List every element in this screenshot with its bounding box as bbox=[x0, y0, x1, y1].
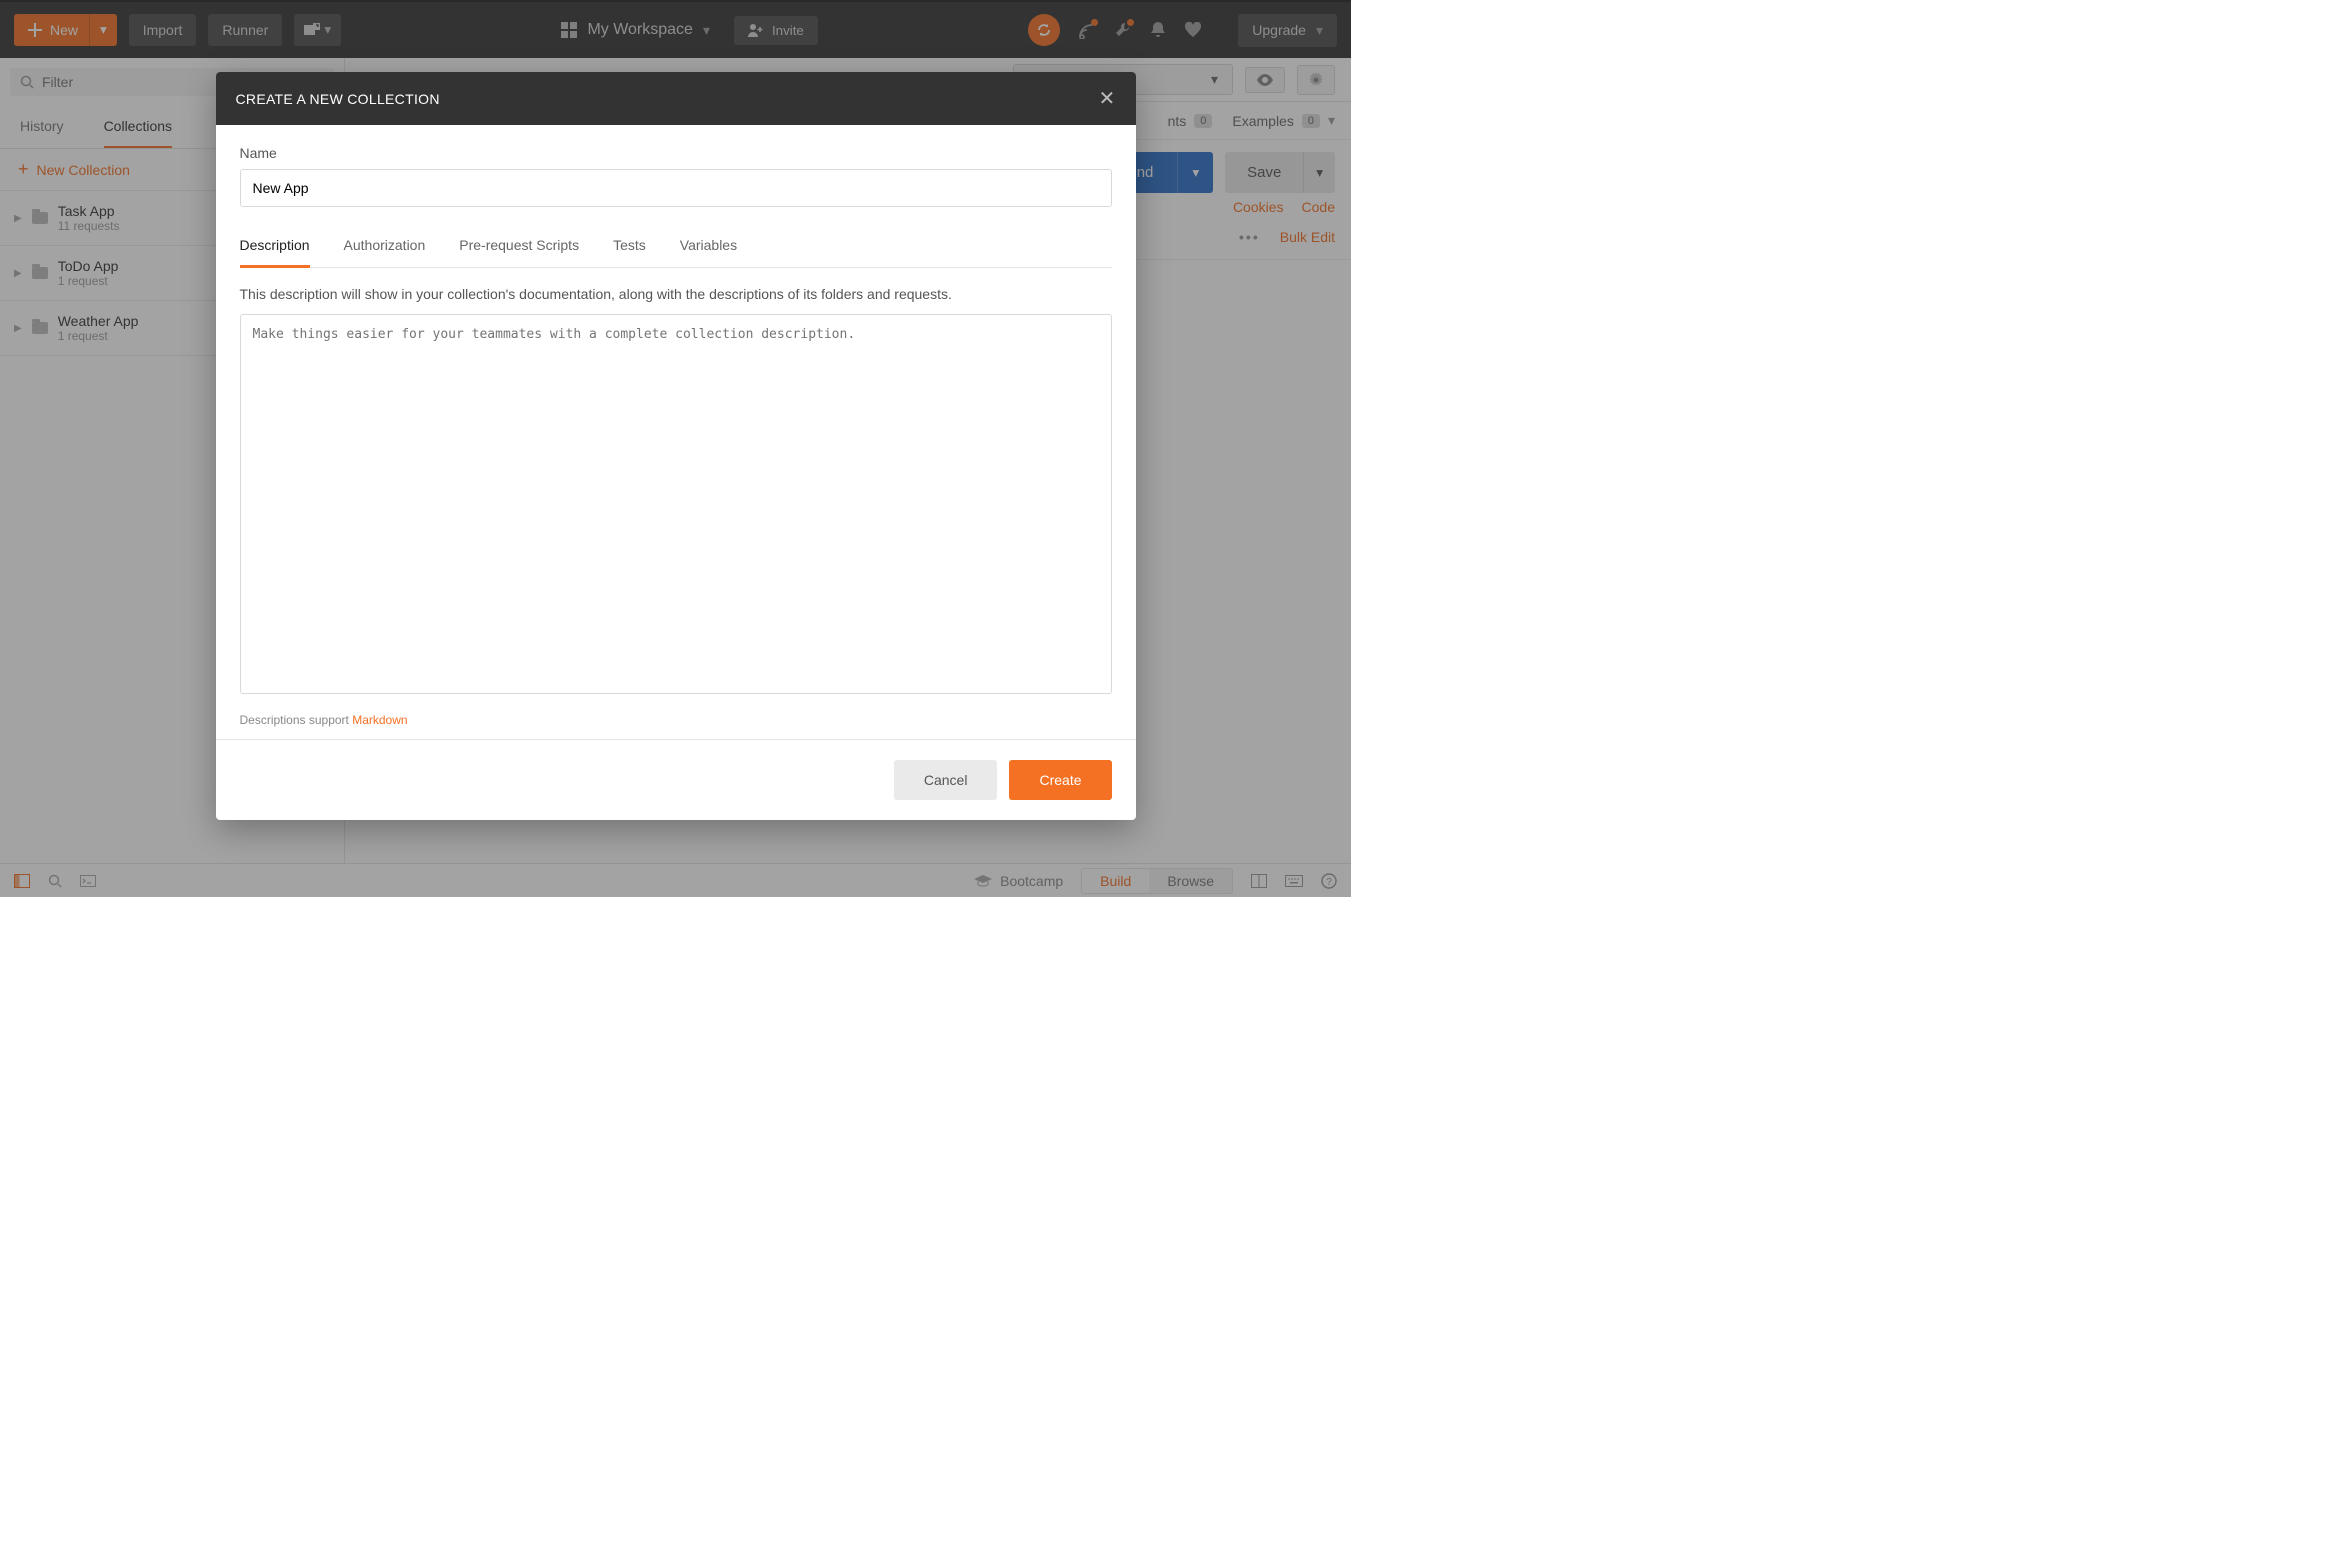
markdown-note: Descriptions support Markdown bbox=[240, 713, 1112, 727]
collection-name-input[interactable] bbox=[240, 169, 1112, 207]
modal-overlay: CREATE A NEW COLLECTION ✕ Name Descripti… bbox=[0, 0, 1351, 897]
tab-variables[interactable]: Variables bbox=[680, 225, 737, 267]
close-icon: ✕ bbox=[1098, 88, 1115, 110]
markdown-link[interactable]: Markdown bbox=[352, 713, 407, 727]
close-button[interactable]: ✕ bbox=[1098, 86, 1115, 111]
markdown-note-prefix: Descriptions support bbox=[240, 713, 353, 727]
description-hint: This description will show in your colle… bbox=[240, 286, 1112, 302]
cancel-button[interactable]: Cancel bbox=[894, 760, 998, 800]
tab-description[interactable]: Description bbox=[240, 225, 310, 268]
tab-tests[interactable]: Tests bbox=[613, 225, 646, 267]
description-textarea[interactable] bbox=[240, 314, 1112, 694]
modal-title: CREATE A NEW COLLECTION bbox=[236, 91, 440, 107]
name-field-label: Name bbox=[240, 145, 1112, 161]
create-button[interactable]: Create bbox=[1009, 760, 1111, 800]
create-collection-modal: CREATE A NEW COLLECTION ✕ Name Descripti… bbox=[216, 72, 1136, 820]
tab-authorization[interactable]: Authorization bbox=[344, 225, 426, 267]
tab-prerequest-scripts[interactable]: Pre-request Scripts bbox=[459, 225, 579, 267]
